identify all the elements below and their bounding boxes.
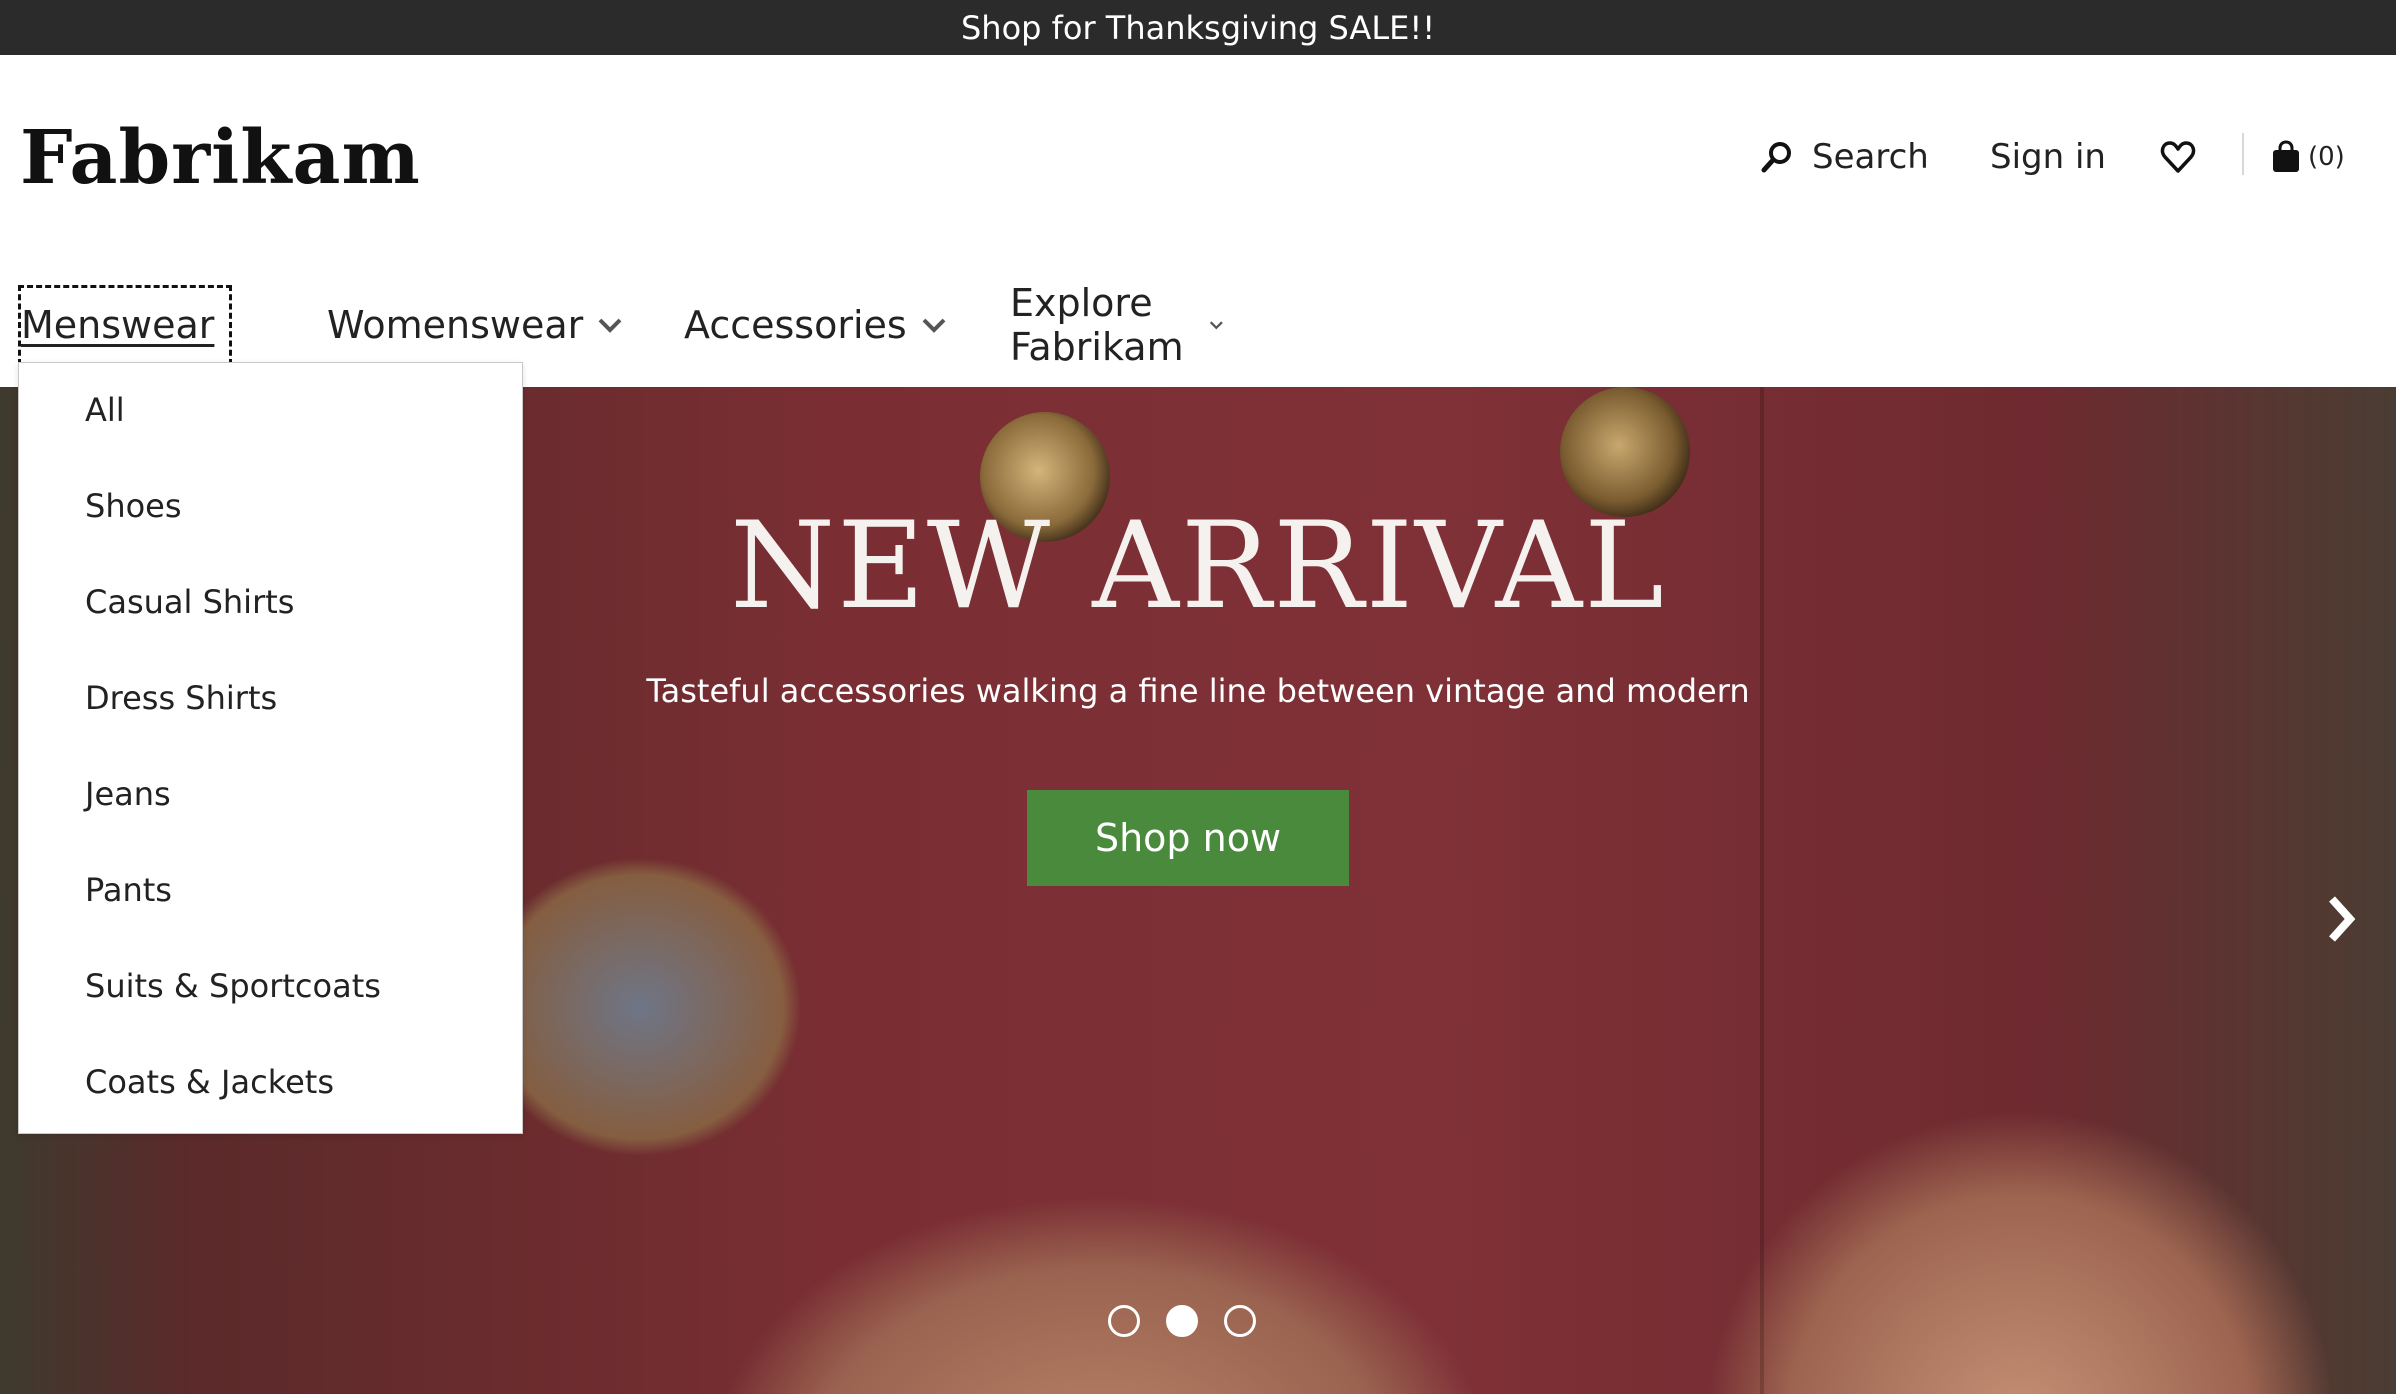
promo-text: Shop for Thanksgiving SALE!! [960,8,1436,47]
menu-item-dress-shirts[interactable]: Dress Shirts [85,679,277,717]
promo-banner: Shop for Thanksgiving SALE!! [0,0,2396,55]
search-label: Search [1812,137,1929,177]
carousel-dot[interactable] [1108,1305,1140,1337]
carousel-dot[interactable] [1224,1305,1256,1337]
search-icon [1761,142,1791,173]
shop-now-button[interactable]: Shop now [1027,790,1349,886]
brand-logo[interactable]: Fabrikam [20,115,421,201]
menu-item-pants[interactable]: Pants [85,871,172,909]
chevron-right-icon[interactable] [2322,889,2362,949]
nav-item-womenswear[interactable]: Womenswear [327,285,623,365]
nav-label: Menswear [21,303,215,347]
chevron-down-icon [1209,321,1223,330]
nav-label: Accessories [684,303,907,347]
carousel-dot-active[interactable] [1166,1305,1198,1337]
chevron-down-icon [228,324,229,326]
heart-icon [2160,141,2196,173]
nav-item-menswear[interactable]: Menswear [18,285,232,365]
search-button[interactable]: Search [1760,127,1929,187]
menswear-dropdown: All Shoes Casual Shirts Dress Shirts Jea… [18,362,523,1134]
utility-divider [2242,133,2244,175]
chevron-down-icon [598,318,622,333]
sign-in-label: Sign in [1990,137,2106,177]
menu-item-suits-sportcoats[interactable]: Suits & Sportcoats [85,967,381,1005]
cart-button[interactable]: (0) [2270,127,2345,187]
menu-item-jeans[interactable]: Jeans [85,775,171,813]
carousel-indicators [1108,1305,1256,1337]
menu-item-coats-jackets[interactable]: Coats & Jackets [85,1063,334,1101]
menu-item-all[interactable]: All [85,391,125,429]
nav-label: Explore Fabrikam [1010,281,1184,369]
menu-item-shoes[interactable]: Shoes [85,487,182,525]
cart-count: (0) [2308,142,2345,172]
shopping-bag-icon [2273,140,2299,172]
site-header: Fabrikam Search Sign in (0) Menswear Wom… [0,55,2396,385]
nav-item-accessories[interactable]: Accessories [684,285,947,365]
wishlist-button[interactable] [2160,127,2196,187]
menu-item-casual-shirts[interactable]: Casual Shirts [85,583,294,621]
sign-in-link[interactable]: Sign in [1990,127,2106,187]
chevron-down-icon [922,318,946,333]
nav-item-explore-fabrikam[interactable]: Explore Fabrikam [1010,281,1224,369]
nav-label: Womenswear [327,303,584,347]
